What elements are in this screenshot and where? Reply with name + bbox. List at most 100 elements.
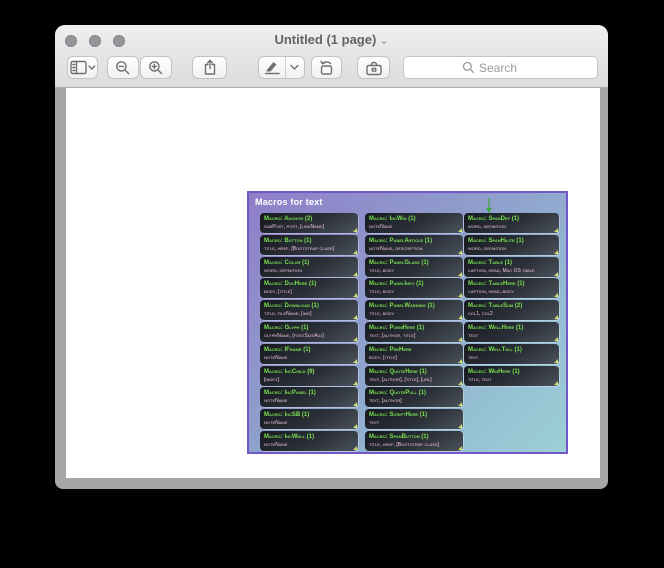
- corner-marker-icon: [353, 293, 357, 298]
- share-button[interactable]: [192, 56, 227, 79]
- macro-box-title: Macro: SpanButton (1): [369, 434, 429, 440]
- markup-toolbar-icon: [365, 61, 382, 75]
- macro-box: Macro: Button (1) title, href, [Bootstrap…: [260, 234, 358, 255]
- corner-marker-icon: [554, 293, 558, 298]
- corner-marker-icon: [458, 337, 462, 341]
- titlebar[interactable]: Untitled (1 page) ⌄: [55, 25, 608, 55]
- macro-box-title: Macro: Table (1): [468, 259, 512, 266]
- macro-box-params: title, text: [468, 376, 492, 383]
- macro-box: Macro: QuoteHere (1) text, [author], [tit…: [365, 365, 463, 386]
- search-field[interactable]: [403, 56, 598, 79]
- macro-box-title: Macro: PanelGlass (1): [369, 259, 429, 266]
- macro-box-title: Macro: WellHere (1): [468, 325, 524, 331]
- macro-column-2: Macro: IncWin (1) noteName Macro: PanelArt…: [365, 193, 463, 452]
- macro-box: Macro: SpanHilite (1) word, definition: [464, 234, 559, 255]
- macro-box-title: Macro: PoemHere (1): [369, 325, 425, 331]
- sidebar-toggle-button[interactable]: [67, 56, 98, 79]
- macro-box-params: noteName: [264, 442, 288, 448]
- markup-pen-icon: [264, 62, 280, 75]
- macro-box: Macro: PanelWarning (1) title, body: [365, 300, 463, 321]
- zoom-out-button[interactable]: [107, 56, 139, 79]
- macro-box: Macro: TableSum (2) col1, col2: [464, 300, 559, 321]
- macro-box: Macro: IncWin (1) noteName: [365, 213, 463, 233]
- corner-marker-icon: [353, 337, 357, 341]
- corner-marker-icon: [353, 380, 357, 385]
- macro-box-title: Macro: PanelArticle (1): [369, 237, 433, 244]
- macro-box-title: Macro: Glyph (1): [264, 325, 309, 331]
- macro-box-params: title, href, [Bootstrap class]: [369, 442, 439, 448]
- rotate-left-button[interactable]: [311, 56, 342, 79]
- macro-box-params: title, href, [Bootstrap class]: [264, 245, 334, 252]
- search-icon: [462, 61, 475, 74]
- search-input[interactable]: [479, 60, 539, 75]
- macro-box-params: text, [author], [title], [url]: [369, 376, 432, 383]
- macro-box: Macro: PanelArticle (1) noteName, descrip…: [365, 234, 463, 255]
- macro-box-params: word, definition: [468, 224, 507, 230]
- corner-marker-icon: [554, 358, 558, 363]
- macro-box-params: body, [title]: [369, 354, 397, 361]
- macro-box-params: caption, head, body: [468, 289, 514, 296]
- macro-box: Macro: QuotePull (1) text, [author]: [365, 387, 463, 408]
- macro-box-params: title, fileName, [img]: [264, 311, 312, 318]
- corner-marker-icon: [458, 293, 462, 298]
- macro-box-title: Macro: QuoteHere (1): [369, 368, 427, 375]
- macro-box-title: Macro: PreHere: [369, 346, 412, 353]
- corner-marker-icon: [458, 402, 462, 407]
- macro-box-title: Macro: TableHere (1): [468, 281, 525, 288]
- chevron-down-icon[interactable]: [290, 64, 299, 71]
- corner-marker-icon: [353, 249, 357, 254]
- macro-box-title: Macro: IncWell (1): [264, 434, 315, 440]
- macro-box-params: noteName: [264, 398, 288, 405]
- corner-marker-icon: [458, 446, 462, 450]
- macro-box-title: Macro: DocHere (1): [264, 281, 317, 288]
- markup-toolbar-button[interactable]: [357, 56, 390, 79]
- macro-box: Macro: PoemHere (1) text, [author, title]: [365, 322, 463, 342]
- macro-box-title: Macro: IncSB (1): [264, 412, 310, 419]
- macro-box: Macro: IncSB (1) noteName: [260, 409, 358, 430]
- markup-pen-button[interactable]: [258, 56, 305, 79]
- zoom-out-icon: [116, 60, 130, 74]
- macro-box: Macro: PreHere body, [title]: [365, 343, 463, 364]
- window-title[interactable]: Untitled (1 page) ⌄: [55, 32, 608, 47]
- macros-diagram-image: Macros for text Macro: Anchor (2) subPost…: [247, 191, 568, 454]
- macro-box-title: Macro: PanelWarning (1): [369, 303, 435, 310]
- macro-box: Macro: Color (1) word, definition: [260, 256, 358, 277]
- zoom-in-button[interactable]: [140, 56, 172, 79]
- macro-box-params: glyphName, [fontSizeAdj]: [264, 333, 324, 339]
- macro-box: Macro: Anchor (2) subPost, post, [linkNam…: [260, 213, 358, 233]
- macro-box-params: body, [title]: [264, 289, 292, 296]
- macro-box: Macro: Download (1) title, fileName, [img…: [260, 300, 358, 321]
- macro-box: Macro: SpanButton (1) title, href, [Boots…: [365, 431, 463, 451]
- macro-box: Macro: PanelGlass (1) title, body: [365, 256, 463, 277]
- corner-marker-icon: [353, 446, 357, 450]
- macro-box-params: text: [468, 354, 479, 361]
- corner-marker-icon: [458, 380, 462, 385]
- corner-marker-icon: [458, 358, 462, 363]
- macro-box-title: Macro: PanelInfo (1): [369, 281, 424, 288]
- macro-box-title: Macro: ScriptHere (1): [369, 412, 427, 419]
- share-icon: [204, 59, 215, 75]
- preview-window: Untitled (1 page) ⌄ Search Macros for te…: [55, 25, 608, 489]
- chevron-down-icon[interactable]: ⌄: [379, 35, 388, 47]
- macro-box-title: Macro: QuotePull (1): [369, 390, 426, 397]
- macro-box-params: noteName: [264, 420, 288, 427]
- corner-marker-icon: [458, 249, 462, 254]
- macro-box-title: Macro: IFrame (1): [264, 346, 311, 353]
- corner-marker-icon: [353, 402, 357, 407]
- toolbar: [55, 55, 608, 87]
- macro-box: Macro: IncChild (9) [index]: [260, 365, 358, 386]
- macro-box: Macro: WellHere (1) text: [464, 322, 559, 342]
- corner-marker-icon: [458, 228, 462, 232]
- corner-marker-icon: [554, 337, 558, 341]
- zoom-in-icon: [149, 60, 163, 74]
- macro-box-params: title, body: [369, 267, 395, 274]
- window-chrome: Untitled (1 page) ⌄: [55, 25, 608, 88]
- corner-marker-icon: [353, 228, 357, 232]
- corner-marker-icon: [554, 271, 558, 276]
- window-title-text: Untitled (1 page): [274, 32, 377, 47]
- macro-box-params: title, body: [369, 289, 395, 296]
- macro-box-title: Macro: WellTell (1): [468, 346, 522, 353]
- macro-box-params: text, [author, title]: [369, 333, 416, 339]
- macro-box-title: Macro: Anchor (2): [264, 216, 313, 222]
- corner-marker-icon: [353, 358, 357, 363]
